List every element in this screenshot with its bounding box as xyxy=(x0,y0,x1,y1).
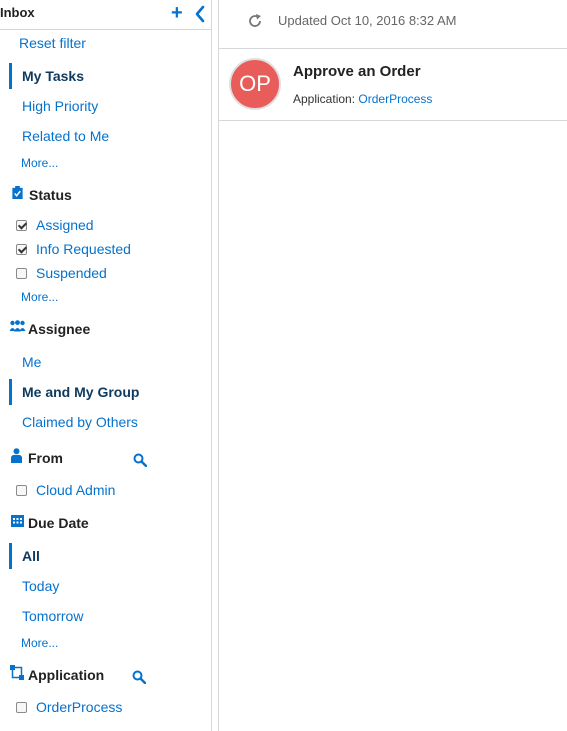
application-icon xyxy=(10,665,24,680)
reset-filter-link[interactable]: Reset filter xyxy=(19,35,86,51)
checkbox-label: Cloud Admin xyxy=(36,482,116,498)
views-more-link[interactable]: More... xyxy=(21,156,58,170)
calendar-icon xyxy=(11,515,24,527)
group-icon xyxy=(9,320,26,332)
from-section-title: From xyxy=(28,450,63,466)
status-option-info-requested[interactable]: Info Requested xyxy=(16,241,131,257)
inbox-sidebar: Inbox + Reset filter My Tasks High Prior… xyxy=(0,0,212,731)
view-related-to-me[interactable]: Related to Me xyxy=(22,128,109,144)
selected-indicator xyxy=(9,379,12,405)
from-option-cloud-admin[interactable]: Cloud Admin xyxy=(16,482,115,498)
add-icon[interactable]: + xyxy=(171,3,183,23)
due-date-tomorrow[interactable]: Tomorrow xyxy=(22,608,83,624)
view-my-tasks[interactable]: My Tasks xyxy=(22,68,84,84)
task-application-link[interactable]: OrderProcess xyxy=(358,92,432,106)
avatar: OP xyxy=(229,58,281,110)
checkbox[interactable] xyxy=(16,219,27,231)
task-list-panel: Updated Oct 10, 2016 8:32 AM OP Approve … xyxy=(218,0,567,731)
checkbox[interactable] xyxy=(16,484,27,496)
collapse-chevron-left-icon[interactable] xyxy=(194,5,206,23)
selected-indicator xyxy=(9,63,12,89)
clipboard-check-icon xyxy=(12,186,23,199)
assignee-section-title: Assignee xyxy=(28,321,91,337)
application-option-orderprocess[interactable]: OrderProcess xyxy=(16,699,122,715)
refresh-icon[interactable] xyxy=(247,13,263,29)
view-high-priority[interactable]: High Priority xyxy=(22,98,98,114)
due-date-more-link[interactable]: More... xyxy=(21,636,58,650)
checkbox[interactable] xyxy=(16,701,27,713)
checkbox[interactable] xyxy=(16,267,27,279)
task-meta: Application: OrderProcess xyxy=(293,92,432,106)
checkbox-label: Suspended xyxy=(36,265,107,281)
updated-timestamp: Updated Oct 10, 2016 8:32 AM xyxy=(278,13,457,28)
person-icon xyxy=(11,448,22,463)
assignee-me-and-my-group[interactable]: Me and My Group xyxy=(22,384,139,400)
due-date-all[interactable]: All xyxy=(22,548,40,564)
checkbox[interactable] xyxy=(16,243,27,255)
task-list-item[interactable]: OP Approve an Order Application: OrderPr… xyxy=(219,49,567,121)
assignee-claimed-by-others[interactable]: Claimed by Others xyxy=(22,414,138,430)
checkbox-label: OrderProcess xyxy=(36,699,123,715)
status-more-link[interactable]: More... xyxy=(21,290,58,304)
due-date-section-title: Due Date xyxy=(28,515,89,531)
assignee-me[interactable]: Me xyxy=(22,354,41,370)
due-date-today[interactable]: Today xyxy=(22,578,59,594)
status-option-suspended[interactable]: Suspended xyxy=(16,265,107,281)
checkbox-label: Assigned xyxy=(36,217,94,233)
search-icon[interactable] xyxy=(132,670,146,684)
task-title[interactable]: Approve an Order xyxy=(293,63,421,80)
application-section-title: Application xyxy=(28,667,105,683)
search-icon[interactable] xyxy=(133,453,147,467)
status-option-assigned[interactable]: Assigned xyxy=(16,217,94,233)
inbox-title: Inbox xyxy=(0,5,35,20)
selected-indicator xyxy=(9,543,12,569)
task-meta-label: Application: xyxy=(293,92,356,106)
updated-bar: Updated Oct 10, 2016 8:32 AM xyxy=(219,0,567,49)
checkbox-label: Info Requested xyxy=(36,241,131,257)
status-section-title: Status xyxy=(29,187,72,203)
inbox-header: Inbox + xyxy=(0,0,212,30)
